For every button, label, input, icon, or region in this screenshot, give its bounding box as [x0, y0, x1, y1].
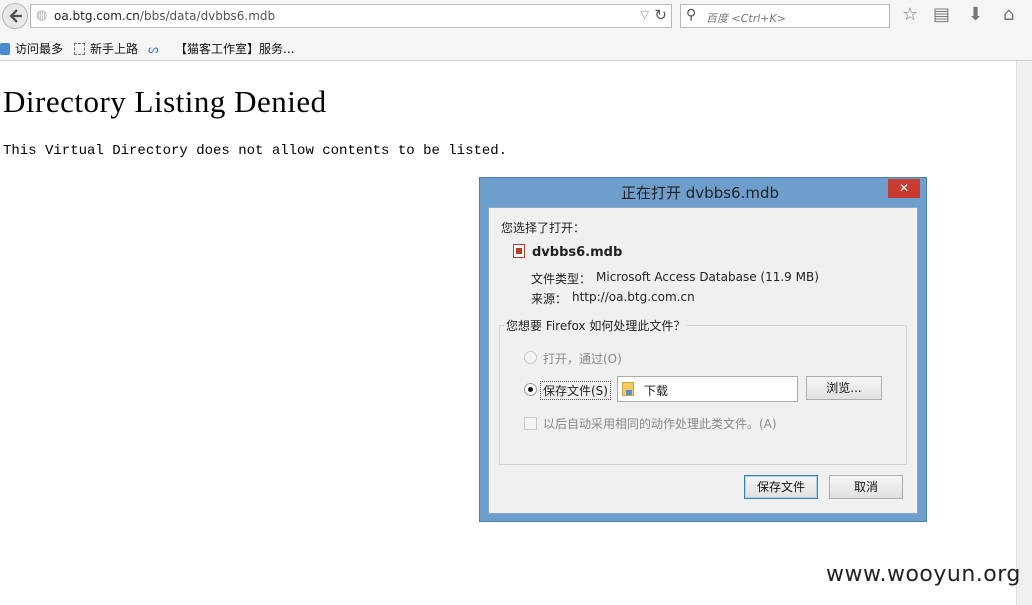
back-arrow-icon [9, 9, 22, 23]
bookmark-label: 新手上路 [90, 42, 139, 56]
downloads-icon[interactable]: ⬇ [968, 5, 983, 25]
close-button[interactable]: ✕ [888, 179, 920, 198]
auto-action-checkbox[interactable] [524, 417, 537, 430]
browser-toolbar: ◍ oa.btg.com.cn/bbs/data/dvbbs6.mdb ▽ ↻ … [0, 0, 1032, 33]
dialog-title: 正在打开 dvbbs6.mdb [621, 184, 779, 202]
bookmark-studio[interactable]: ᔕ 【猫客工作室】服务... [148, 40, 294, 57]
save-file-button[interactable]: 保存文件 [744, 475, 818, 499]
download-dialog: 正在打开 dvbbs6.mdb ✕ 您选择了打开： dvbbs6.mdb 文件类… [479, 177, 927, 522]
bookmark-label: 访问最多 [15, 42, 64, 56]
auto-action-label: 以后自动采用相同的动作处理此类文件。(A) [543, 417, 777, 431]
link-icon: ᔕ [148, 42, 159, 56]
file-name: dvbbs6.mdb [532, 245, 623, 260]
question-label: 您想要 Firefox 如何处理此文件？ [504, 317, 688, 334]
browse-button[interactable]: 浏览... [806, 376, 882, 400]
bookmark-label: 【猫客工作室】服务... [175, 42, 295, 56]
home-icon[interactable]: ⌂ [1003, 5, 1014, 25]
dialog-body: 您选择了打开： dvbbs6.mdb 文件类型： Microsoft Acces… [488, 207, 918, 514]
watermark: www.wooyun.org [826, 562, 1021, 587]
bookmarks-bar: 访问最多 新手上路 ᔕ 【猫客工作室】服务... [0, 33, 1032, 61]
save-file-radio[interactable] [524, 383, 537, 396]
bookmark-getting-started[interactable]: 新手上路 [74, 40, 138, 57]
page-heading: Directory Listing Denied [3, 84, 327, 119]
vertical-scrollbar[interactable] [1016, 61, 1032, 605]
bookmarks-menu-icon[interactable]: ▤ [933, 5, 950, 25]
source-label: 来源： [531, 292, 568, 306]
save-file-label: 保存文件(S) [540, 381, 611, 400]
open-with-radio[interactable] [524, 351, 537, 364]
file-type-label: 文件类型： [531, 272, 592, 286]
bookmark-most-visited[interactable]: 访问最多 [0, 40, 63, 57]
page-message: This Virtual Directory does not allow co… [3, 143, 508, 159]
bookmark-star-icon[interactable]: ☆ [902, 5, 918, 25]
download-folder-field[interactable]: 下载 [617, 376, 798, 402]
reload-icon[interactable]: ↻ [654, 6, 667, 24]
url-host: oa.btg.com.cn [54, 9, 140, 23]
most-visited-icon [0, 43, 10, 55]
folder-icon [622, 382, 634, 396]
search-icon: ⚲ [686, 7, 697, 23]
open-with-label: 打开，通过(O) [543, 352, 622, 366]
page-icon [74, 43, 85, 55]
search-bar[interactable]: ⚲ 百度 <Ctrl+K> [680, 4, 890, 28]
cancel-button[interactable]: 取消 [829, 475, 903, 499]
globe-icon: ◍ [36, 8, 48, 23]
back-button[interactable] [2, 3, 28, 29]
dropdown-arrow-icon[interactable]: ▽ [641, 8, 649, 21]
url-bar[interactable]: ◍ oa.btg.com.cn/bbs/data/dvbbs6.mdb ▽ ↻ [30, 4, 672, 28]
you-chose-label: 您选择了打开： [501, 221, 586, 235]
url-text: oa.btg.com.cn/bbs/data/dvbbs6.mdb [54, 9, 275, 23]
source-value: http://oa.btg.com.cn [572, 290, 695, 304]
url-path: /bbs/data/dvbbs6.mdb [139, 9, 276, 23]
download-folder-label: 下载 [644, 384, 669, 398]
search-placeholder: 百度 <Ctrl+K> [706, 12, 786, 25]
access-file-icon [513, 244, 525, 258]
file-type-value: Microsoft Access Database (11.9 MB) [596, 270, 819, 284]
